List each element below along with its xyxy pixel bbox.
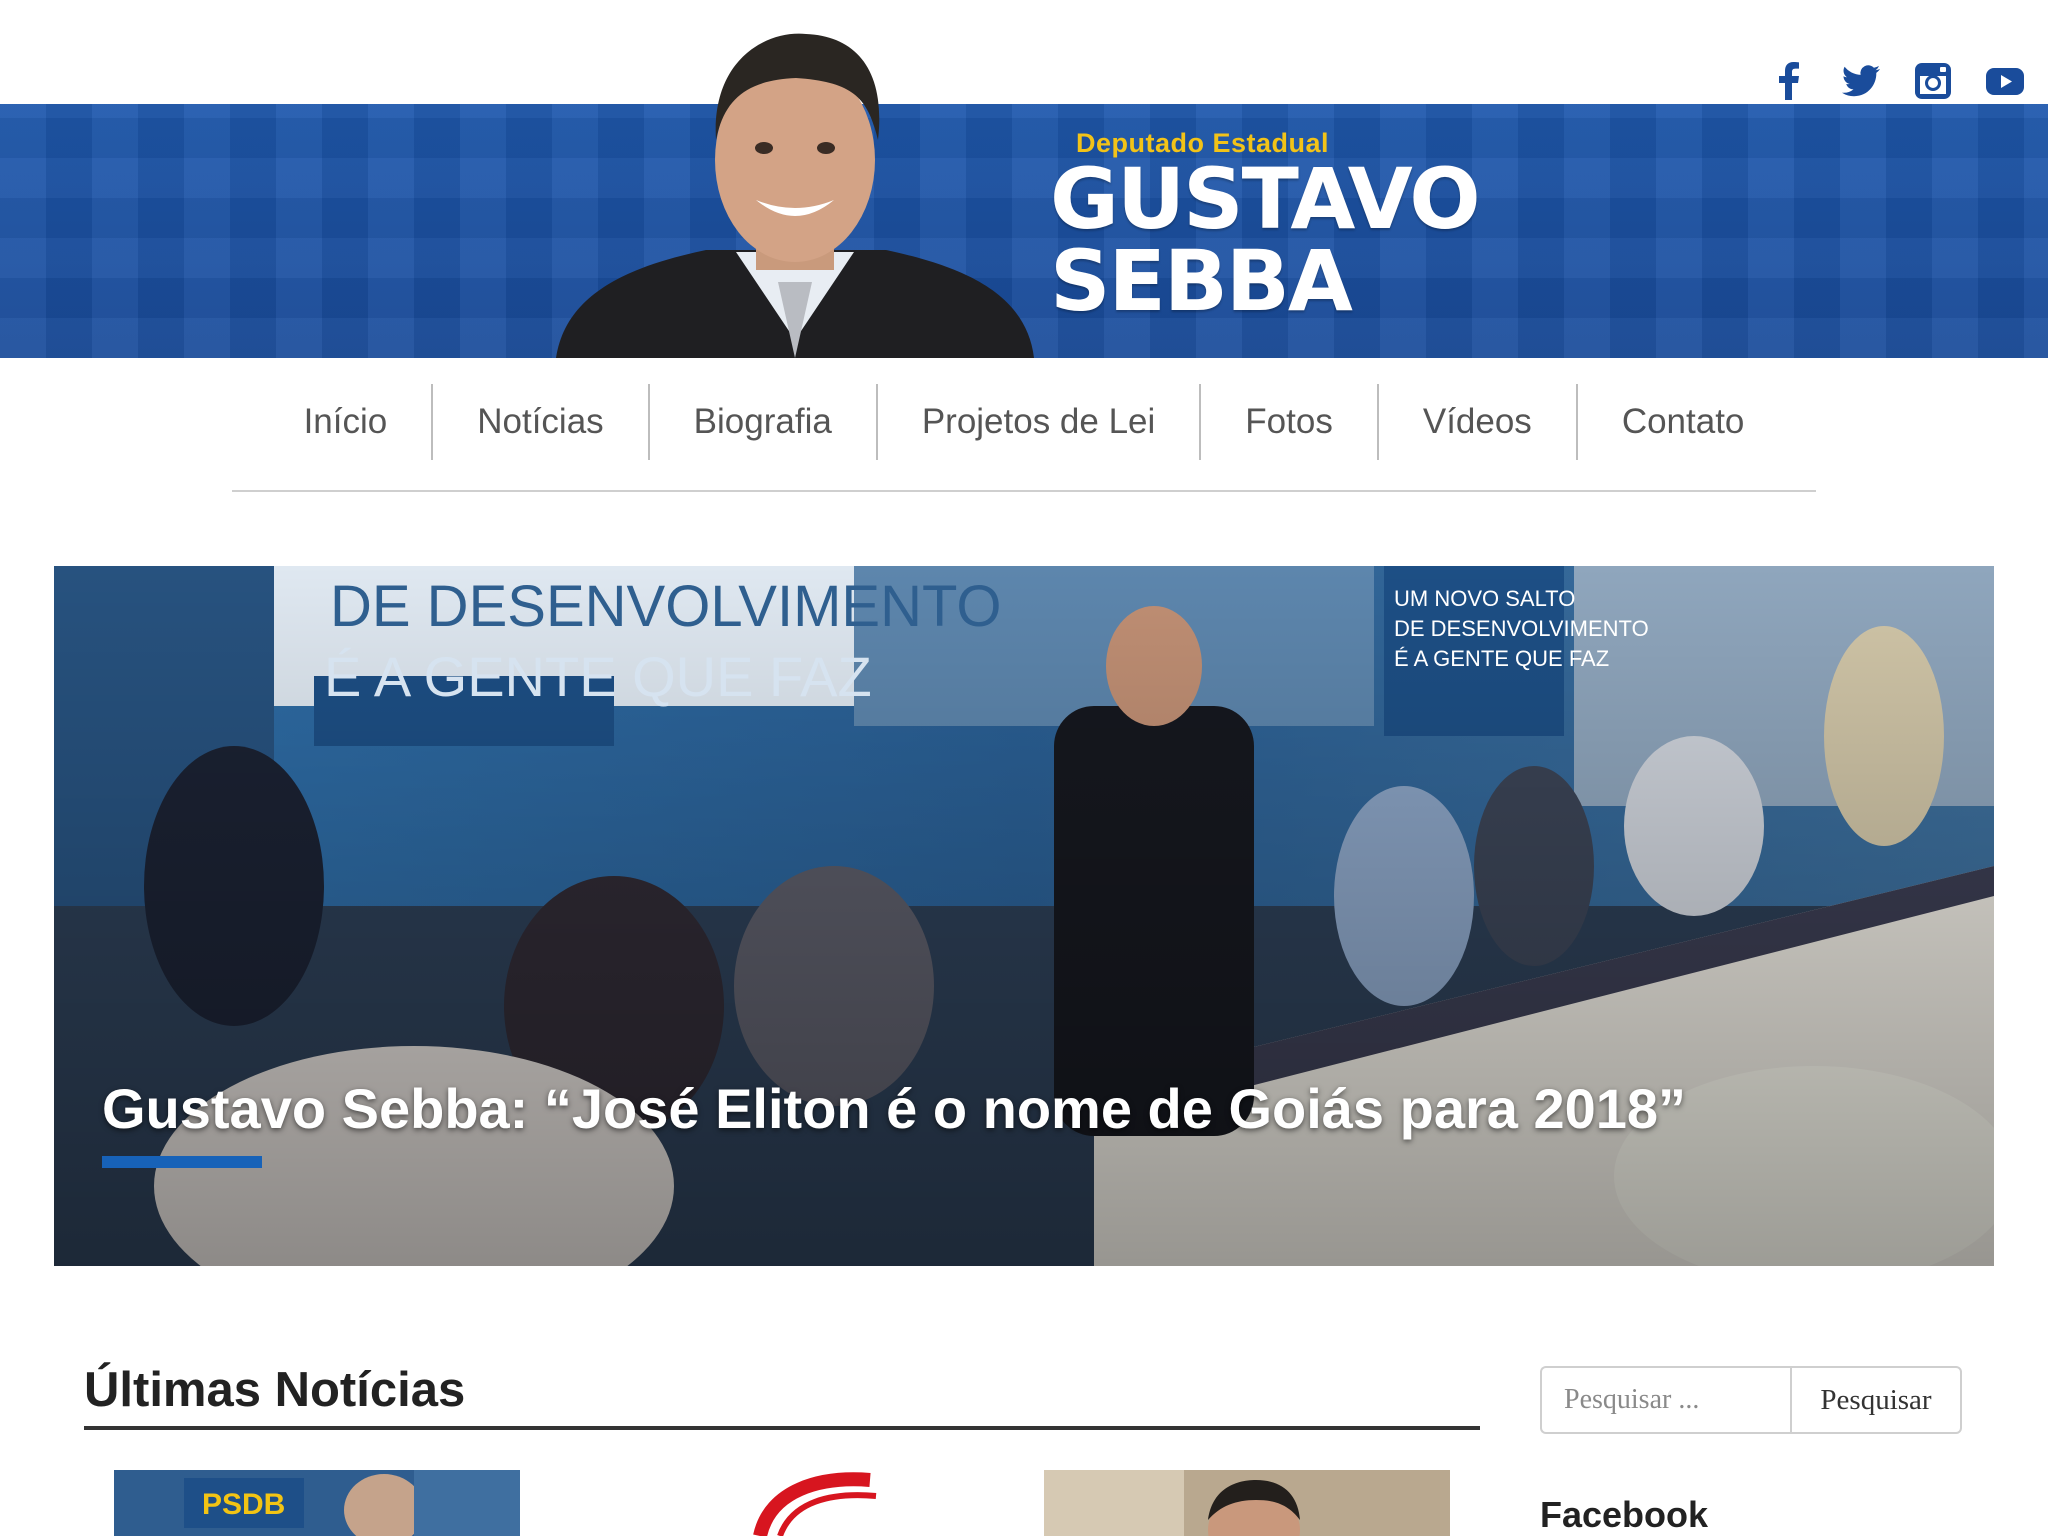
nav-link[interactable]: Biografia [694,402,832,442]
nav-link[interactable]: Projetos de Lei [922,402,1155,442]
nav-item-projetos-de-lei[interactable]: Projetos de Lei [878,384,1202,460]
news-thumb-1-label: PSDB [202,1488,285,1521]
hero-slide[interactable]: DE DESENVOLVIMENTO É A GENTE QUE FAZ UM … [54,566,1994,1266]
brand-name-line2: SEBBA [1050,232,1353,330]
search-button[interactable]: Pesquisar [1790,1366,1962,1434]
nav-link[interactable]: Contato [1622,402,1745,442]
latest-news-rule [84,1426,1480,1430]
hero-photo: DE DESENVOLVIMENTO É A GENTE QUE FAZ UM … [54,566,1994,1266]
hero-title-underline [102,1156,262,1168]
social-links [1768,60,2026,102]
nav-item-videos[interactable]: Vídeos [1379,384,1578,460]
search-input[interactable] [1540,1366,1790,1434]
facebook-icon[interactable] [1768,60,1810,102]
facebook-widget-title: Facebook [1540,1494,1709,1535]
youtube-icon[interactable] [1984,60,2026,102]
nav-item-contato[interactable]: Contato [1578,384,1789,460]
latest-news-title: Últimas Notícias [84,1363,466,1417]
deputy-portrait [556,33,1034,358]
banner-text-3: UM NOVO SALTO [1394,586,1575,611]
nav-link[interactable]: Notícias [477,402,603,442]
hero-title[interactable]: Gustavo Sebba: “José Eliton é o nome de … [102,1076,1686,1141]
news-thumb-2[interactable] [580,1470,986,1536]
main-nav: Início Notícias Biografia Projetos de Le… [232,384,1816,492]
instagram-icon[interactable] [1912,60,1954,102]
nav-item-fotos[interactable]: Fotos [1201,384,1379,460]
nav-link[interactable]: Vídeos [1423,402,1532,442]
nav-link[interactable]: Início [304,402,388,442]
twitter-icon[interactable] [1840,60,1882,102]
banner-text-2: É A GENTE QUE FAZ [324,645,872,708]
nav-item-noticias[interactable]: Notícias [433,384,650,460]
nav-item-biografia[interactable]: Biografia [650,384,878,460]
nav-link[interactable]: Fotos [1245,402,1333,442]
banner-text-5: É A GENTE QUE FAZ [1394,646,1609,671]
news-thumb-3[interactable] [1044,1470,1450,1536]
search-form: Pesquisar [1540,1366,1962,1434]
news-thumb-1[interactable]: PSDB [114,1470,520,1536]
banner-text-4: DE DESENVOLVIMENTO [1394,616,1649,641]
news-thumbnails: PSDB [114,1470,1454,1536]
brand-name-line1: GUSTAVO [1050,150,1481,248]
banner-text-1: DE DESENVOLVIMENTO [330,574,1001,639]
brand-name[interactable]: GUSTAVO SEBBA [1050,150,1510,330]
nav-item-inicio[interactable]: Início [260,384,434,460]
